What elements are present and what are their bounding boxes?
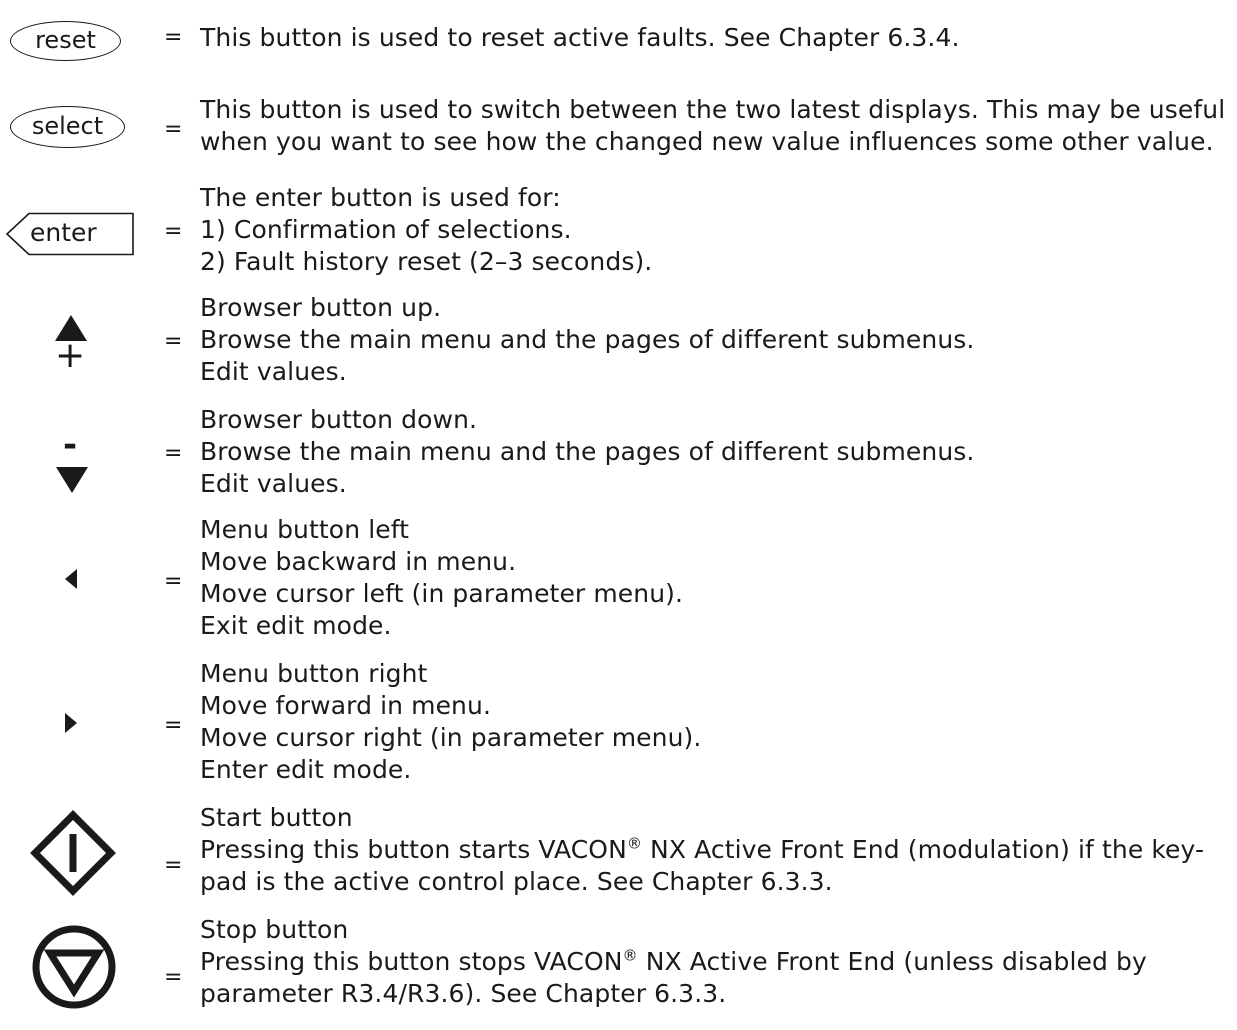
description-line: Move backward in menu. xyxy=(200,547,517,576)
description-line: Browse the main menu and the pages of di… xyxy=(200,437,975,466)
equals-sign: = xyxy=(164,441,183,466)
description-line: Start button xyxy=(200,803,353,832)
menu-right-icon xyxy=(65,713,77,733)
description-line: Stop button xyxy=(200,915,349,944)
enter-button-label: enter xyxy=(30,218,97,247)
description-line: The enter button is used for: xyxy=(200,183,561,212)
equals-sign: = xyxy=(164,25,183,50)
description-line: Exit edit mode. xyxy=(200,611,392,640)
equals-sign: = xyxy=(164,713,183,738)
description-line-cont: NX Active Front End (unless disabled by xyxy=(637,947,1147,976)
stop-button-icon xyxy=(32,925,116,1009)
description-line: Browser button up. xyxy=(200,293,442,322)
menu-left-icon xyxy=(65,569,77,589)
description: This button is used to reset active faul… xyxy=(200,22,1230,54)
description: Browser button up. Browse the main menu … xyxy=(200,292,1230,388)
row-stop: = Stop button Pressing this button stops… xyxy=(0,914,1237,1024)
description-line: 2) Fault history reset (2–3 seconds). xyxy=(200,247,653,276)
registered-mark: ® xyxy=(626,834,642,853)
description: Stop button Pressing this button stops V… xyxy=(200,914,1230,1010)
description: Browser button down. Browse the main men… xyxy=(200,404,1230,500)
description-line: Enter edit mode. xyxy=(200,755,412,784)
row-select: select = This button is used to switch b… xyxy=(0,94,1237,162)
description-line: Move cursor left (in parameter menu). xyxy=(200,579,684,608)
description-line: This button is used to reset active faul… xyxy=(200,23,960,52)
description: This button is used to switch between th… xyxy=(200,94,1230,158)
select-button-icon: select xyxy=(10,106,125,148)
description-line: Browse the main menu and the pages of di… xyxy=(200,325,975,354)
description-line: Browser button down. xyxy=(200,405,478,434)
description-line: Edit values. xyxy=(200,469,347,498)
reset-button-icon: reset xyxy=(10,21,121,61)
description-line: when you want to see how the changed new… xyxy=(200,127,1214,156)
description-line: Menu button right xyxy=(200,659,428,688)
equals-sign: = xyxy=(164,219,183,244)
description: Menu button left Move backward in menu. … xyxy=(200,514,1230,642)
description-line: Pressing this button stops VACON® NX Act… xyxy=(200,946,1147,976)
browser-down-icon xyxy=(56,467,88,493)
description-line: Pressing this button starts VACON® NX Ac… xyxy=(200,834,1205,864)
plus-sign: + xyxy=(55,335,86,376)
description-line: Edit values. xyxy=(200,357,347,386)
description-line: 1) Confirmation of selections. xyxy=(200,215,572,244)
description-line: Move forward in menu. xyxy=(200,691,491,720)
description-line-cont: NX Active Front End (modulation) if the … xyxy=(641,835,1205,864)
description-line: Move cursor right (in parameter menu). xyxy=(200,723,702,752)
row-start: = Start button Pressing this button star… xyxy=(0,802,1237,902)
description: Menu button right Move forward in menu. … xyxy=(200,658,1230,786)
minus-sign: - xyxy=(63,425,78,465)
description-line: This button is used to switch between th… xyxy=(200,95,1226,124)
row-browser-down: - = Browser button down. Browse the main… xyxy=(0,404,1237,504)
description: Start button Pressing this button starts… xyxy=(200,802,1230,898)
row-reset: reset = This button is used to reset act… xyxy=(0,20,1237,61)
registered-mark: ® xyxy=(622,946,638,965)
row-menu-right: = Menu button right Move forward in menu… xyxy=(0,658,1237,788)
description: The enter button is used for: 1) Confirm… xyxy=(200,182,1230,278)
row-menu-left: = Menu button left Move backward in menu… xyxy=(0,514,1237,644)
description-line: Menu button left xyxy=(200,515,410,544)
equals-sign: = xyxy=(164,117,183,142)
start-button-icon xyxy=(30,810,116,896)
equals-sign: = xyxy=(164,569,183,594)
equals-sign: = xyxy=(164,853,183,878)
equals-sign: = xyxy=(164,965,183,990)
row-enter: enter = The enter button is used for: 1)… xyxy=(0,182,1237,282)
description-line: parameter R3.4/R3.6). See Chapter 6.3.3. xyxy=(200,979,727,1008)
description-line: pad is the active control place. See Cha… xyxy=(200,867,833,896)
row-browser-up: + = Browser button up. Browse the main m… xyxy=(0,292,1237,392)
equals-sign: = xyxy=(164,329,183,354)
